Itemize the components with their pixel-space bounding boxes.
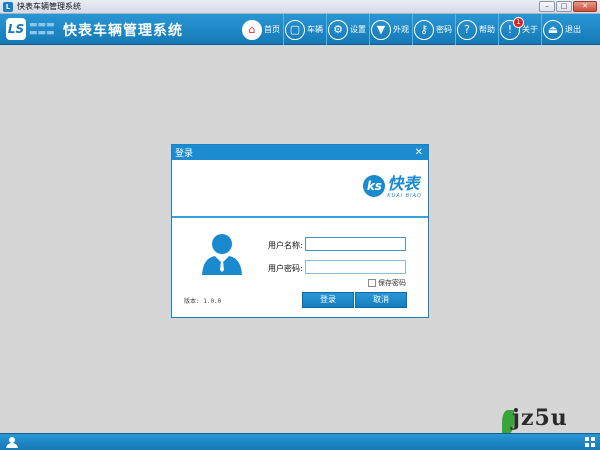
exit-icon: ⏏ <box>543 19 563 40</box>
info-icon: ! 1 <box>500 16 524 40</box>
nav-label: 外观 <box>393 25 409 34</box>
nav-item-about[interactable]: ! 1 关于 <box>498 14 541 45</box>
dialog-title: 登录 <box>175 149 194 159</box>
password-label: 用户密码: <box>268 264 303 273</box>
app-logo: LS <box>6 18 26 40</box>
status-bar <box>0 433 600 450</box>
app-title: 快表车辆管理系统 <box>63 23 183 39</box>
username-label: 用户名称: <box>268 241 303 250</box>
help-icon: ? <box>457 19 477 40</box>
nav-item-settings[interactable]: ⚙ 设置 <box>326 14 369 45</box>
logo-text-icon: ▬▬▬ ▬▬▬ <box>29 20 55 38</box>
notification-badge: 1 <box>513 16 524 28</box>
dialog-close-icon[interactable]: ✕ <box>415 147 423 158</box>
nav-label: 首页 <box>264 25 280 34</box>
close-button[interactable]: ✕ <box>573 1 597 12</box>
app-icon: L <box>3 1 13 12</box>
user-avatar-icon <box>202 234 242 275</box>
window-title: 快表车辆管理系统 <box>17 2 81 11</box>
maximize-button[interactable]: □ <box>556 1 572 12</box>
nav-label: 车辆 <box>307 25 323 34</box>
vehicle-icon: ▢ <box>285 19 305 40</box>
remember-password[interactable]: 保存密码 <box>368 278 406 288</box>
nav-item-appearance[interactable]: ▼ 外观 <box>369 14 412 45</box>
nav-item-help[interactable]: ? 帮助 <box>455 14 498 45</box>
nav-label: 设置 <box>350 25 366 34</box>
key-icon: ⚷ <box>414 19 434 40</box>
username-input[interactable] <box>305 237 406 251</box>
nav-label: 密码 <box>436 25 452 34</box>
grid-icon[interactable] <box>585 437 595 447</box>
watermark: jz5u <box>512 405 568 431</box>
brand-logo: ks 快表 KUAI BIAO <box>363 175 422 199</box>
shirt-icon: ▼ <box>371 19 391 40</box>
dialog-titlebar: 登录 ✕ <box>172 145 428 160</box>
user-icon[interactable] <box>6 436 18 448</box>
brand-area: ks 快表 KUAI BIAO <box>172 160 428 218</box>
gear-icon: ⚙ <box>328 19 348 40</box>
cancel-button[interactable]: 取消 <box>355 292 407 308</box>
remember-checkbox[interactable] <box>368 279 376 287</box>
brand-subtitle: KUAI BIAO <box>387 193 422 199</box>
home-icon: ⌂ <box>242 19 262 40</box>
nav-item-vehicle[interactable]: ▢ 车辆 <box>283 14 326 45</box>
password-input[interactable] <box>305 260 406 274</box>
nav-label: 帮助 <box>479 25 495 34</box>
nav-item-password[interactable]: ⚷ 密码 <box>412 14 455 45</box>
nav-item-home[interactable]: ⌂ 首页 <box>241 14 283 45</box>
main-nav: ⌂ 首页 ▢ 车辆 ⚙ 设置 ▼ 外观 ⚷ 密码 ? 帮助 ! 1 关于 ⏏ 退… <box>241 14 584 45</box>
nav-label: 关于 <box>522 25 538 34</box>
nav-item-exit[interactable]: ⏏ 退出 <box>541 14 584 45</box>
login-dialog: 登录 ✕ ks 快表 KUAI BIAO 用户名称: 用户密码: 保存密码 版本… <box>171 144 429 318</box>
brand-mark-icon: ks <box>363 175 386 197</box>
remember-label: 保存密码 <box>378 279 406 287</box>
app-header: LS ▬▬▬ ▬▬▬ 快表车辆管理系统 ⌂ 首页 ▢ 车辆 ⚙ 设置 ▼ 外观 ⚷… <box>0 14 600 45</box>
nav-label: 退出 <box>565 25 581 34</box>
version-text: 版本: 1.0.0 <box>184 298 222 305</box>
window-controls: – □ ✕ <box>539 1 597 12</box>
login-button[interactable]: 登录 <box>302 292 354 308</box>
brand-text: 快表 KUAI BIAO <box>387 174 422 200</box>
brand-name: 快表 <box>387 174 420 193</box>
window-titlebar: L 快表车辆管理系统 – □ ✕ <box>0 0 600 14</box>
minimize-button[interactable]: – <box>539 1 555 12</box>
